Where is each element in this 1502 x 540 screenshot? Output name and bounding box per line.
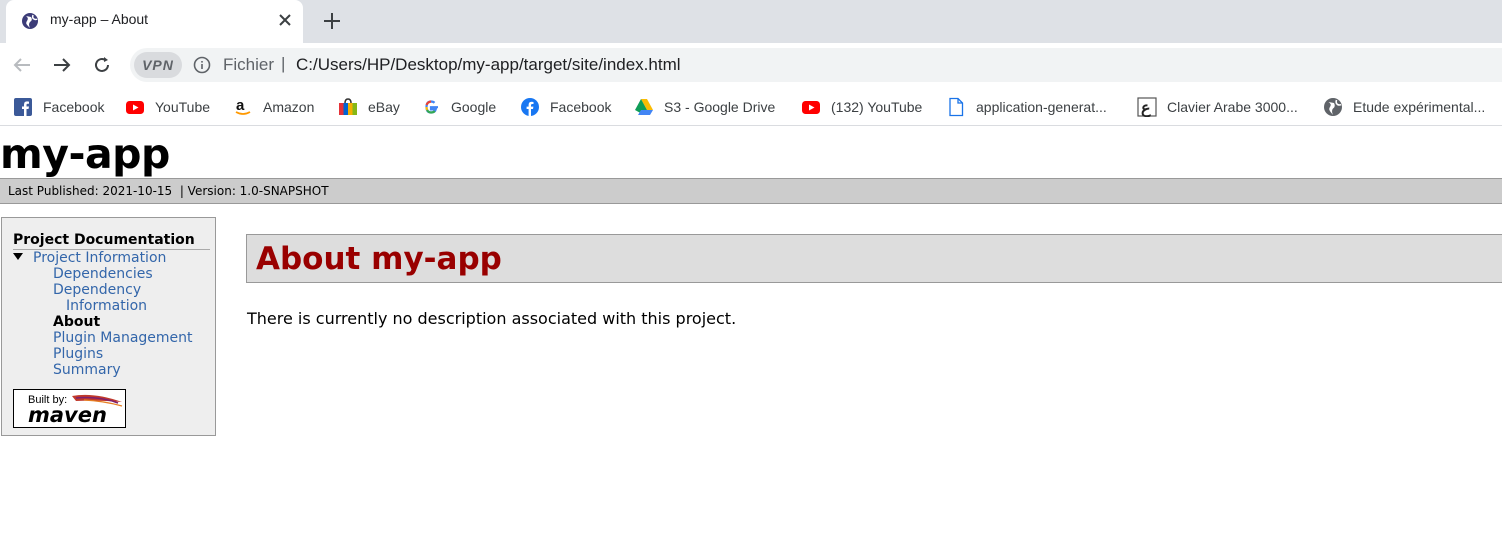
url-separator: |: [281, 54, 286, 73]
nav-dependency-information-cont[interactable]: Information: [66, 298, 147, 314]
nav-heading: Project Documentation: [13, 231, 210, 250]
nav-about-current: About: [53, 314, 101, 330]
globe-icon: [1324, 97, 1342, 116]
amazon-icon: a: [235, 97, 251, 115]
bookmark-clavier-arabe[interactable]: ع Clavier Arabe 3000...: [1137, 87, 1298, 126]
bookmark-label: Facebook: [550, 98, 612, 115]
maven-text: maven: [28, 403, 107, 427]
bookmark-label: Facebook: [43, 98, 105, 115]
vpn-button[interactable]: VPN: [134, 52, 182, 78]
bookmark-google[interactable]: Google: [421, 87, 496, 126]
bookmark-label: (132) YouTube: [831, 98, 923, 115]
nav-dependencies[interactable]: Dependencies: [53, 266, 153, 282]
tab-title: my-app – About: [50, 11, 149, 27]
page-title: About my-app: [256, 241, 502, 277]
svg-text:a: a: [236, 97, 245, 114]
description-text: There is currently no description associ…: [247, 309, 737, 328]
ebay-icon: [339, 97, 357, 115]
bookmark-label: application-generat...: [976, 98, 1107, 115]
bookmark-application[interactable]: application-generat...: [946, 87, 1107, 126]
bookmark-label: Google: [451, 98, 497, 115]
close-icon[interactable]: [276, 11, 294, 29]
forward-icon[interactable]: [51, 54, 73, 76]
active-tab[interactable]: my-app – About: [6, 0, 303, 43]
section-heading-box: About my-app: [246, 234, 1502, 283]
globe-icon: [22, 13, 38, 29]
google-drive-icon: [635, 98, 653, 115]
facebook-circle-icon: [521, 97, 539, 116]
url-text[interactable]: C:/Users/HP/Desktop/my-app/target/site/i…: [296, 55, 681, 75]
site-title: my-app: [0, 130, 170, 178]
bookmark-label: YouTube: [155, 98, 211, 115]
document-icon: [949, 97, 964, 116]
bookmark-label: eBay: [368, 98, 400, 115]
bookmark-label: Clavier Arabe 3000...: [1167, 98, 1298, 115]
address-bar[interactable]: VPN Fichier | C:/Users/HP/Desktop/my-app…: [130, 48, 1502, 82]
browser-toolbar: VPN Fichier | C:/Users/HP/Desktop/my-app…: [0, 43, 1502, 87]
bookmark-facebook-2[interactable]: Facebook: [520, 87, 611, 126]
tab-strip: my-app – About: [0, 0, 1502, 43]
bookmark-label: S3 - Google Drive: [664, 98, 776, 115]
new-tab-icon[interactable]: [321, 10, 343, 32]
clavier-icon: ع: [1137, 96, 1157, 117]
bookmark-ebay[interactable]: eBay: [338, 87, 400, 126]
bookmark-facebook[interactable]: Facebook: [13, 87, 104, 126]
nav-plugins[interactable]: Plugins: [53, 346, 103, 362]
last-published: Last Published: 2021-10-15: [8, 184, 173, 198]
bookmark-label: Etude expérimental...: [1353, 98, 1486, 115]
reload-icon[interactable]: [91, 54, 113, 76]
bookmark-google-drive[interactable]: S3 - Google Drive: [634, 87, 775, 126]
nav-dependency-information[interactable]: Dependency: [53, 282, 141, 298]
nav-summary[interactable]: Summary: [53, 362, 121, 378]
bookmark-youtube[interactable]: YouTube: [125, 87, 210, 126]
youtube-icon: [802, 100, 820, 114]
bookmark-youtube-2[interactable]: (132) YouTube: [801, 87, 922, 126]
scheme-label: Fichier: [223, 55, 275, 74]
version-label: | Version: 1.0-SNAPSHOT: [179, 184, 329, 198]
maven-feather-icon: Built by: maven: [28, 394, 123, 427]
page-content: my-app Last Published: 2021-10-15 | Vers…: [0, 127, 1502, 540]
google-icon: [425, 99, 438, 114]
bookmarks-bar: Facebook YouTube a Amazon eBay Google Fa…: [0, 87, 1502, 126]
facebook-square-icon: [14, 97, 32, 116]
bookmark-etude[interactable]: Etude expérimental...: [1323, 87, 1485, 126]
breadcrumb: Last Published: 2021-10-15 | Version: 1.…: [0, 178, 1502, 204]
youtube-icon: [126, 100, 144, 114]
built-by-maven-logo[interactable]: Built by: maven: [13, 389, 126, 428]
left-navigation: Project Documentation Project Informatio…: [1, 217, 216, 436]
back-icon[interactable]: [11, 54, 33, 76]
expanded-arrow-icon[interactable]: [13, 253, 23, 260]
svg-text:ع: ع: [1141, 98, 1151, 117]
bookmark-label: Amazon: [263, 98, 315, 115]
nav-plugin-management[interactable]: Plugin Management: [53, 330, 193, 346]
nav-project-information[interactable]: Project Information: [33, 250, 166, 266]
bookmark-amazon[interactable]: a Amazon: [233, 87, 314, 126]
info-icon[interactable]: [193, 56, 211, 74]
